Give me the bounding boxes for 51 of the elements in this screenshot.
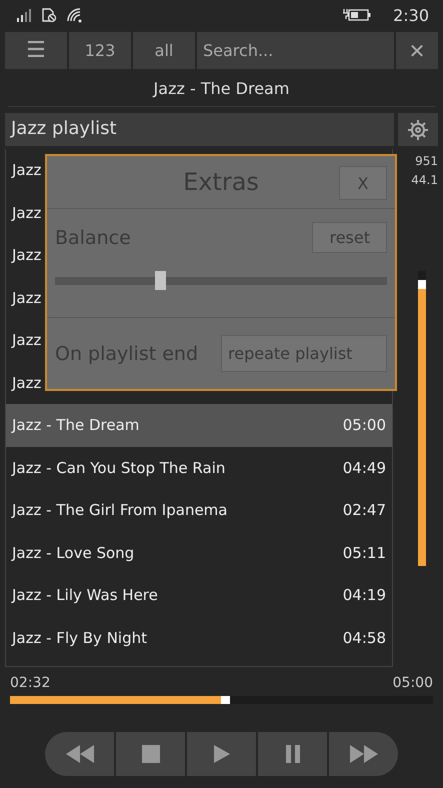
clock-time: 2:30 (393, 6, 429, 24)
total-time: 05:00 (392, 675, 433, 691)
sample-rate-text: 44.1 (411, 173, 438, 187)
track-title: Jazz - The Dream (12, 416, 140, 434)
progress-bar[interactable] (10, 696, 433, 704)
playlist-title: Jazz playlist (5, 113, 394, 146)
fast-forward-icon (350, 745, 378, 763)
sim-blocked-icon (40, 7, 58, 23)
filter-all-button[interactable]: all (133, 32, 195, 69)
pause-icon (286, 745, 300, 763)
track-duration: 04:49 (342, 458, 386, 477)
playlist-row[interactable]: Jazz - Can You Stop The Rain 04:49 (6, 446, 392, 489)
menu-button[interactable]: ☰ (5, 32, 67, 69)
track-duration: 05:11 (342, 544, 386, 562)
track-duration: 02:47 (342, 501, 386, 520)
track-title: Jazz (12, 204, 42, 222)
slider-thumb[interactable] (155, 271, 166, 290)
playlist-row[interactable]: Jazz - Lily Was Here 04:19 (6, 574, 392, 616)
track-title: Jazz - The Girl From Ipanema (12, 501, 228, 520)
number-button[interactable]: 123 (69, 32, 131, 69)
rewind-icon (66, 745, 94, 763)
elapsed-time: 02:32 (10, 675, 50, 691)
track-title: Jazz - Lily Was Here (12, 586, 158, 604)
bitrate-text: 951 (415, 154, 438, 168)
battery-charging-icon (341, 8, 372, 22)
track-duration: 04:19 (342, 586, 386, 604)
track-duration: 04:58 (342, 628, 386, 647)
search-field[interactable]: Search... (197, 32, 394, 69)
play-button[interactable] (187, 732, 256, 776)
track-title: Jazz - Can You Stop The Rain (12, 458, 226, 477)
signal-icon (16, 8, 32, 22)
now-playing-title: Jazz - The Dream (8, 69, 435, 107)
rewind-button[interactable] (45, 732, 114, 776)
track-title: Jazz - Love Song (12, 544, 134, 562)
stop-button[interactable] (116, 732, 185, 776)
play-icon (214, 745, 230, 763)
stop-icon (142, 745, 160, 763)
track-title: Jazz - Fly By Night (12, 628, 147, 647)
playlist-row[interactable]: Jazz - The Dream 05:00 (6, 404, 392, 446)
playlist-row[interactable]: Jazz - The Girl From Ipanema 02:47 (6, 489, 392, 532)
clear-button[interactable]: ✕ (396, 32, 438, 69)
playlist-row[interactable]: Jazz - Fly By Night 04:58 (6, 616, 392, 659)
track-duration: 05:00 (342, 416, 386, 434)
track-title: Jazz (12, 288, 42, 307)
playlist-row[interactable]: Jazz - Love Song 05:11 (6, 532, 392, 574)
settings-button[interactable] (398, 113, 438, 146)
settings-icon (406, 118, 430, 142)
pause-button[interactable] (258, 732, 327, 776)
track-title: Jazz (12, 374, 42, 392)
wifi-icon (66, 7, 84, 23)
forward-button[interactable] (329, 732, 398, 776)
